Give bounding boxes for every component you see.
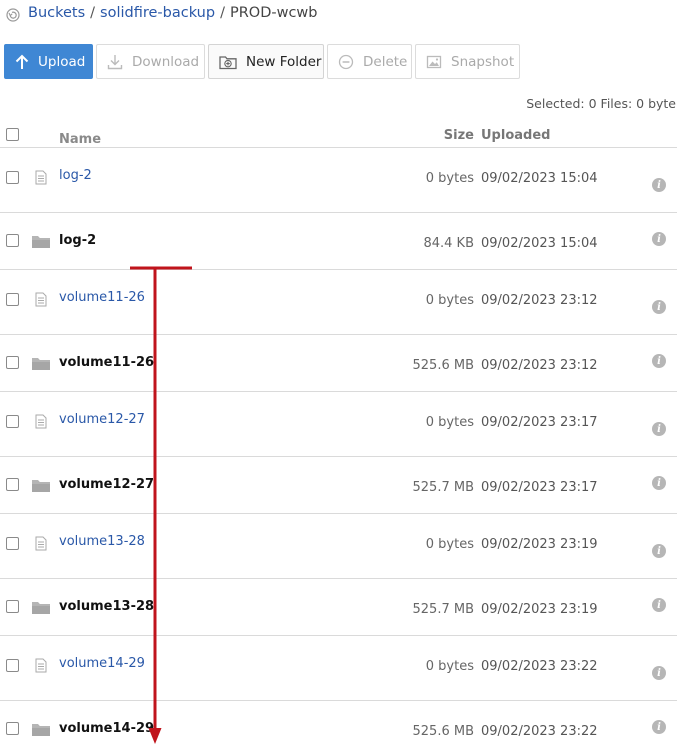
item-size: 0 bytes: [425, 293, 474, 308]
item-name[interactable]: volume13-28: [59, 534, 145, 549]
item-uploaded: 09/02/2023 23:17: [481, 415, 598, 430]
item-name[interactable]: volume14-29: [59, 656, 145, 671]
download-icon: [107, 53, 123, 71]
column-header-uploaded[interactable]: Uploaded: [481, 128, 550, 143]
row-checkbox[interactable]: [6, 415, 19, 428]
breadcrumb-separator: /: [90, 5, 96, 21]
image-icon: [426, 53, 442, 71]
file-icon: [31, 413, 51, 429]
item-name[interactable]: volume13-28: [59, 599, 154, 614]
new-folder-button[interactable]: New Folder: [208, 44, 324, 79]
row-checkbox[interactable]: [6, 722, 19, 735]
file-icon: [31, 657, 51, 673]
item-name[interactable]: volume12-27: [59, 412, 145, 427]
info-icon[interactable]: i: [652, 300, 666, 314]
new-folder-label: New Folder: [246, 53, 322, 70]
row-checkbox[interactable]: [6, 171, 19, 184]
item-size: 525.7 MB: [412, 602, 474, 617]
delete-button[interactable]: Delete: [327, 44, 412, 79]
item-name[interactable]: log-2: [59, 168, 92, 183]
info-icon[interactable]: i: [652, 422, 666, 436]
download-button[interactable]: Download: [96, 44, 205, 79]
row-checkbox[interactable]: [6, 537, 19, 550]
row-checkbox[interactable]: [6, 659, 19, 672]
selection-summary: Selected: 0 Files: 0 byte: [526, 96, 676, 111]
folder-icon: [31, 721, 51, 737]
snapshot-label: Snapshot: [451, 53, 515, 70]
breadcrumb: Buckets / solidfire-backup / PROD-wcwb: [6, 3, 318, 23]
item-size: 84.4 KB: [423, 236, 474, 251]
item-uploaded: 09/02/2023 15:04: [481, 236, 598, 251]
folder-icon: [31, 355, 51, 371]
item-uploaded: 09/02/2023 15:04: [481, 171, 598, 186]
item-size: 525.6 MB: [412, 724, 474, 739]
table-row[interactable]: volume13-28 525.7 MB 09/02/2023 23:19 i: [0, 579, 677, 636]
info-icon[interactable]: i: [652, 476, 666, 490]
select-all-checkbox[interactable]: [6, 128, 19, 141]
row-checkbox[interactable]: [6, 234, 19, 247]
info-icon[interactable]: i: [652, 232, 666, 246]
item-name[interactable]: volume14-29: [59, 721, 154, 736]
toolbar: Upload Download New Folder Delete Snapsh…: [4, 44, 520, 79]
file-icon: [31, 535, 51, 551]
table-row[interactable]: log-2 0 bytes 09/02/2023 15:04 i: [0, 148, 677, 213]
breadcrumb-bucket-link[interactable]: solidfire-backup: [100, 5, 215, 21]
table-row[interactable]: log-2 84.4 KB 09/02/2023 15:04 i: [0, 213, 677, 270]
upload-button[interactable]: Upload: [4, 44, 93, 79]
item-size: 0 bytes: [425, 537, 474, 552]
item-size: 525.7 MB: [412, 480, 474, 495]
table-row[interactable]: volume13-28 0 bytes 09/02/2023 23:19 i: [0, 514, 677, 579]
table-header: Name Size Uploaded: [0, 122, 677, 148]
row-checkbox[interactable]: [6, 600, 19, 613]
item-size: 525.6 MB: [412, 358, 474, 373]
folder-icon: [31, 233, 51, 249]
item-uploaded: 09/02/2023 23:12: [481, 293, 598, 308]
breadcrumb-buckets-link[interactable]: Buckets: [28, 5, 85, 21]
item-name[interactable]: volume12-27: [59, 477, 154, 492]
row-checkbox[interactable]: [6, 478, 19, 491]
back-circle-icon[interactable]: [6, 7, 20, 22]
delete-label: Delete: [363, 53, 408, 70]
item-size: 0 bytes: [425, 659, 474, 674]
item-size: 0 bytes: [425, 171, 474, 186]
item-uploaded: 09/02/2023 23:17: [481, 480, 598, 495]
item-uploaded: 09/02/2023 23:12: [481, 358, 598, 373]
snapshot-button[interactable]: Snapshot: [415, 44, 520, 79]
column-header-name[interactable]: Name: [59, 132, 101, 147]
table-row[interactable]: volume11-26 525.6 MB 09/02/2023 23:12 i: [0, 335, 677, 392]
minus-circle-icon: [338, 53, 354, 71]
item-uploaded: 09/02/2023 23:22: [481, 724, 598, 739]
info-icon[interactable]: i: [652, 178, 666, 192]
info-icon[interactable]: i: [652, 544, 666, 558]
item-name[interactable]: log-2: [59, 233, 96, 248]
upload-arrow-icon: [15, 53, 29, 71]
folder-icon: [31, 599, 51, 615]
breadcrumb-separator: /: [220, 5, 225, 21]
breadcrumb-current: PROD-wcwb: [229, 5, 318, 21]
table-row[interactable]: volume14-29 525.6 MB 09/02/2023 23:22 i: [0, 701, 677, 746]
item-size: 0 bytes: [425, 415, 474, 430]
item-name[interactable]: volume11-26: [59, 290, 145, 305]
item-name[interactable]: volume11-26: [59, 355, 154, 370]
new-folder-icon: [219, 53, 237, 71]
info-icon[interactable]: i: [652, 354, 666, 368]
download-label: Download: [132, 53, 200, 70]
item-uploaded: 09/02/2023 23:22: [481, 659, 598, 674]
table-row[interactable]: volume12-27 0 bytes 09/02/2023 23:17 i: [0, 392, 677, 457]
info-icon[interactable]: i: [652, 598, 666, 612]
table-row[interactable]: volume14-29 0 bytes 09/02/2023 23:22 i: [0, 636, 677, 701]
item-uploaded: 09/02/2023 23:19: [481, 537, 598, 552]
folder-icon: [31, 477, 51, 493]
file-icon: [31, 291, 51, 307]
table-row[interactable]: volume12-27 525.7 MB 09/02/2023 23:17 i: [0, 457, 677, 514]
upload-label: Upload: [38, 53, 86, 70]
file-icon: [31, 169, 51, 185]
item-uploaded: 09/02/2023 23:19: [481, 602, 598, 617]
row-checkbox[interactable]: [6, 356, 19, 369]
info-icon[interactable]: i: [652, 666, 666, 680]
table-row[interactable]: volume11-26 0 bytes 09/02/2023 23:12 i: [0, 270, 677, 335]
column-header-size[interactable]: Size: [444, 128, 474, 143]
row-checkbox[interactable]: [6, 293, 19, 306]
info-icon[interactable]: i: [652, 720, 666, 734]
